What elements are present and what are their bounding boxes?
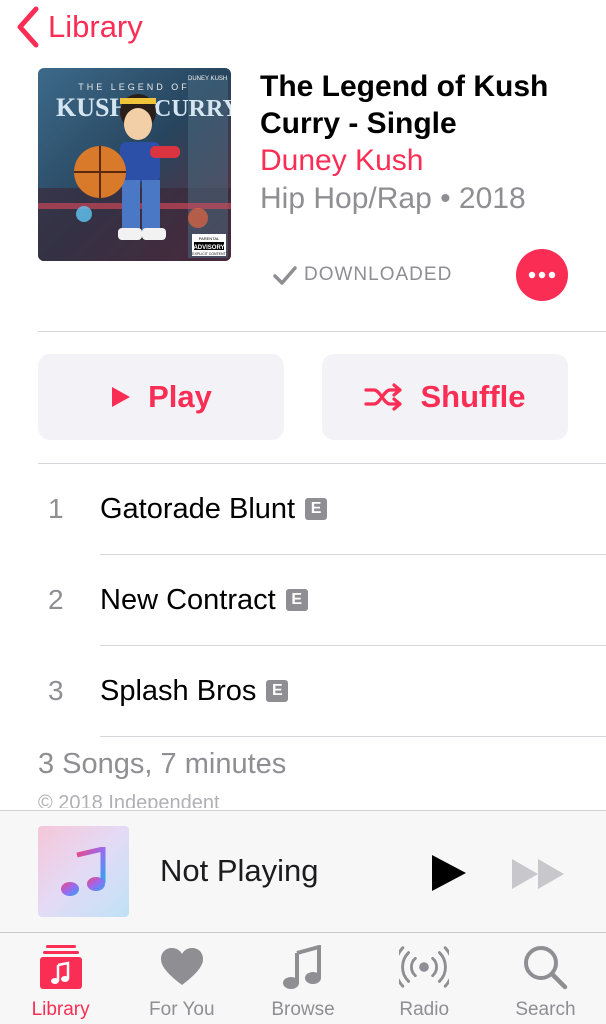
explicit-badge: E [305, 498, 328, 520]
fast-forward-icon[interactable] [510, 857, 566, 891]
play-button[interactable]: Play [38, 354, 284, 440]
radio-icon [399, 943, 450, 991]
music-note-icon [278, 943, 328, 991]
track-number: 2 [48, 584, 64, 615]
album-title: The Legend of Kush Curry - Single [260, 70, 549, 140]
artwork-text-top: THE LEGEND OF [78, 82, 190, 92]
shuffle-label: Shuffle [420, 379, 526, 414]
artwork-advisory-main: ADVISORY [193, 245, 224, 251]
copyright-text: © 2018 Independent [38, 792, 220, 808]
album-artist-link[interactable]: Duney Kush [260, 142, 423, 179]
artwork-text-left: KUSH [56, 93, 130, 122]
shuffle-icon [364, 383, 403, 411]
download-status: DOWNLOADED [272, 261, 452, 289]
tab-label: Radio [399, 999, 450, 1020]
mini-player-artwork [38, 826, 129, 917]
tab-library[interactable]: Library [0, 933, 121, 1024]
explicit-badge: E [266, 680, 289, 702]
track-number: 1 [48, 493, 64, 524]
chevron-left-icon [17, 6, 39, 48]
track-title: Gatorade Blunt [100, 492, 296, 525]
tab-for-you[interactable]: For You [121, 933, 242, 1024]
tab-label: Browse [271, 999, 335, 1020]
mini-player[interactable]: Not Playing [0, 810, 606, 932]
search-icon [520, 943, 570, 991]
download-status-label: DOWNLOADED [304, 264, 453, 285]
track-number: 3 [48, 675, 64, 706]
track-row[interactable]: 3 Splash Bros E [38, 646, 606, 736]
library-icon [36, 943, 86, 991]
mini-player-title: Not Playing [160, 853, 319, 888]
explicit-badge: E [285, 589, 308, 611]
shuffle-button[interactable]: Shuffle [322, 354, 568, 440]
more-options-button[interactable] [516, 249, 568, 301]
album-artwork[interactable]: THE LEGEND OF KUSH CURRY DUNEY KUSH PARE… [38, 68, 231, 261]
divider [38, 331, 606, 332]
album-summary: 3 Songs, 7 minutes [38, 748, 287, 780]
play-icon[interactable] [428, 853, 468, 893]
artwork-text-artist: DUNEY KUSH [188, 76, 227, 82]
artwork-advisory-top: PARENTAL [199, 236, 220, 241]
tab-label: Library [31, 999, 90, 1020]
tab-label: Search [515, 999, 576, 1020]
tab-bar: Library For You Browse Radio Search [0, 932, 606, 1024]
album-genre-year: Hip Hop/Rap • 2018 [260, 182, 526, 215]
play-icon [112, 387, 131, 407]
music-note-icon [60, 846, 105, 896]
ellipsis-icon [528, 271, 556, 279]
tab-label: For You [149, 999, 215, 1020]
track-title: New Contract [100, 583, 276, 616]
tab-search[interactable]: Search [485, 933, 606, 1024]
checkmark-icon [273, 266, 297, 285]
play-label: Play [148, 379, 212, 414]
back-to-library-button[interactable]: Library [14, 4, 143, 50]
artwork-text-right: CURRY [154, 96, 231, 122]
heart-icon [157, 943, 207, 991]
back-label: Library [48, 9, 143, 44]
artwork-advisory-bottom: EXPLICIT CONTENT [192, 252, 226, 256]
divider [100, 736, 606, 737]
tab-radio[interactable]: Radio [364, 933, 485, 1024]
track-title: Splash Bros [100, 674, 257, 707]
track-row[interactable]: 2 New Contract E [38, 555, 606, 645]
tab-browse[interactable]: Browse [242, 933, 363, 1024]
track-row[interactable]: 1 Gatorade Blunt E [38, 464, 606, 554]
